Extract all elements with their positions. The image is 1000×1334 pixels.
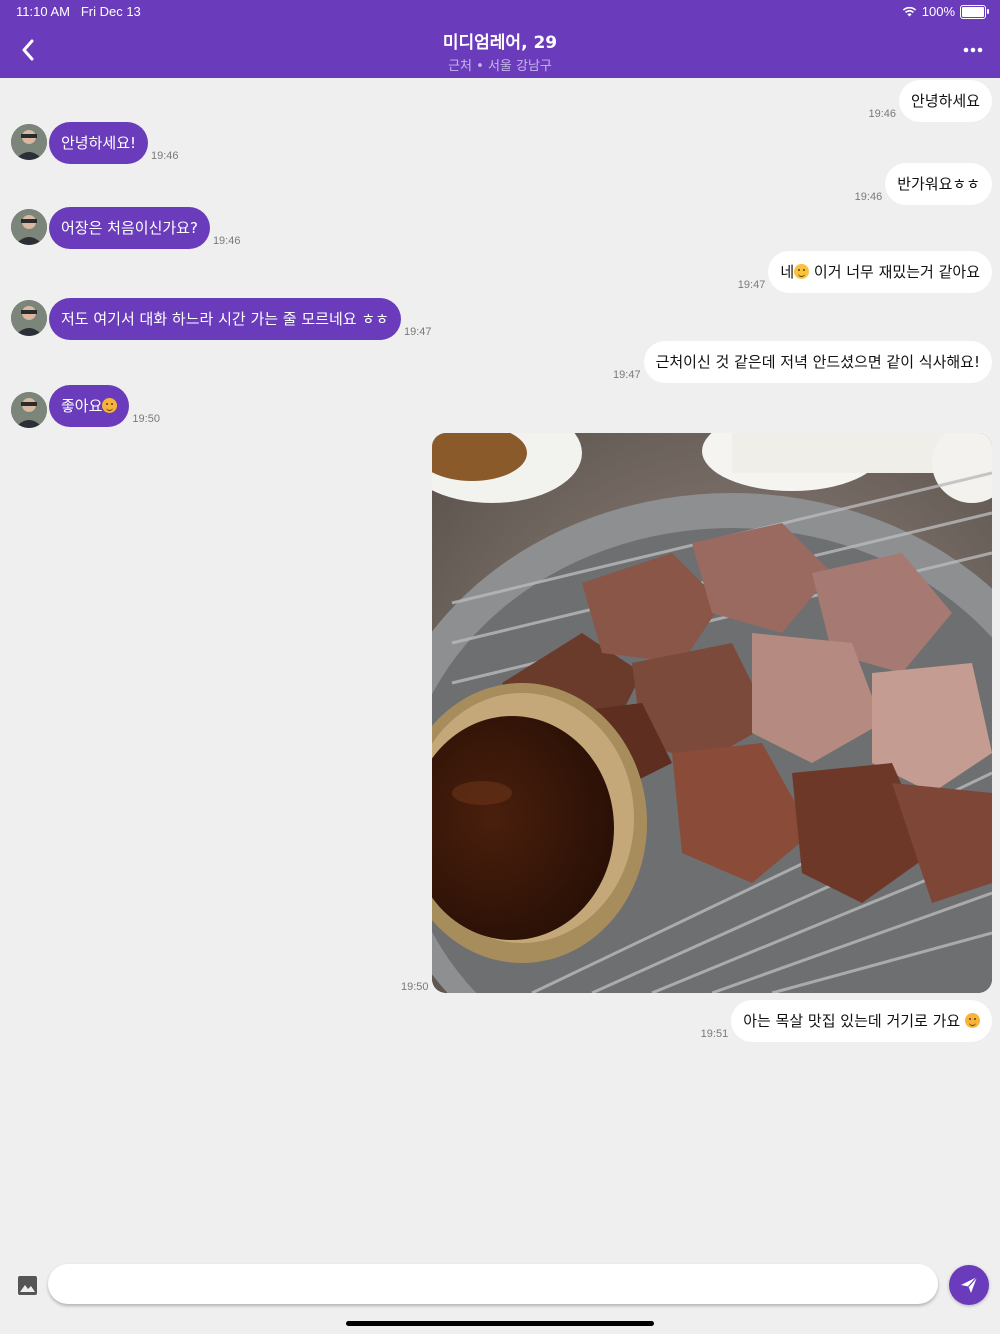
smile-emoji-icon: [794, 264, 810, 279]
message-bubble[interactable]: 아는 목살 맛집 있는데 거기로 가요: [731, 1000, 992, 1042]
image-icon: [18, 1276, 37, 1295]
header: 11:10 AM Fri Dec 13 100% 미디엄레어, 29 근처 • …: [0, 0, 1000, 78]
message-text: 이거 너무 재밌는거 같아요: [809, 263, 980, 281]
message-bubble[interactable]: 네 이거 너무 재밌는거 같아요: [768, 251, 992, 293]
status-time: 11:10 AM: [16, 4, 70, 19]
status-bar-right: 100%: [902, 4, 989, 19]
message-time: 19:46: [868, 108, 896, 120]
message-bubble[interactable]: 반가워요ㅎㅎ: [885, 163, 992, 205]
message-outgoing: 19:47 네 이거 너무 재밌는거 같아요: [735, 251, 992, 293]
message-incoming: 좋아요 19:50: [49, 385, 163, 427]
grin-emoji-icon: [102, 398, 118, 413]
message-time: 19:47: [403, 326, 432, 338]
attach-image-button[interactable]: [17, 1275, 38, 1296]
message-time: 19:47: [613, 369, 641, 381]
chat-title: 미디엄레어, 29: [442, 33, 558, 53]
send-button[interactable]: [949, 1265, 989, 1305]
message-outgoing: 19:47 근처이신 것 같은데 저녁 안드셨으면 같이 식사해요!: [610, 341, 992, 383]
food-photo-image: [432, 433, 992, 993]
message-time: 19:50: [132, 413, 160, 425]
battery-icon: [960, 4, 989, 19]
message-bubble[interactable]: 저도 여기서 대화 하느라 시간 가는 줄 모르네요 ㅎㅎ: [49, 298, 401, 340]
message-text-start: 네: [780, 263, 795, 281]
smiling-face-with-hearts-icon: [965, 1013, 980, 1028]
message-incoming: 안녕하세요! 19:46: [49, 122, 182, 164]
message-outgoing: 19:46 반가워요ㅎㅎ: [852, 163, 992, 205]
message-bubble[interactable]: 근처이신 것 같은데 저녁 안드셨으면 같이 식사해요!: [643, 341, 992, 383]
wifi-icon: [902, 6, 916, 17]
message-text: 좋아요: [61, 397, 103, 415]
message-time: 19:51: [700, 1028, 729, 1040]
message-time: 19:46: [854, 191, 883, 203]
avatar[interactable]: [11, 124, 47, 160]
status-bar-left: 11:10 AM Fri Dec 13: [16, 4, 141, 19]
status-date: Fri Dec 13: [80, 4, 141, 19]
message-time: 19:46: [212, 235, 241, 247]
message-bubble[interactable]: 안녕하세요: [898, 80, 992, 122]
message-time: 19:50: [401, 981, 429, 993]
home-indicator: [346, 1321, 654, 1326]
chat-subtitle: 근처 • 서울 강남구: [448, 59, 552, 74]
send-icon: [961, 1276, 978, 1293]
more-button[interactable]: [960, 40, 986, 60]
message-photo[interactable]: [432, 433, 992, 993]
message-bubble[interactable]: 좋아요: [49, 385, 130, 427]
message-bubble[interactable]: 안녕하세요!: [49, 122, 149, 164]
message-incoming: 어장은 처음이신가요? 19:46: [49, 207, 243, 249]
battery-percent: 100%: [921, 4, 955, 19]
message-outgoing: 19:51 아는 목살 맛집 있는데 거기로 가요: [698, 1000, 992, 1042]
message-bubble[interactable]: 어장은 처음이신가요?: [49, 207, 210, 249]
avatar[interactable]: [11, 300, 47, 336]
message-outgoing: 19:46 안녕하세요: [865, 80, 992, 122]
more-icon: [963, 47, 983, 53]
avatar[interactable]: [11, 209, 47, 245]
message-time: 19:46: [151, 150, 179, 162]
message-text: 아는 목살 맛집 있는데 거기로 가요: [743, 1012, 965, 1030]
message-time: 19:47: [737, 279, 766, 291]
message-incoming: 저도 여기서 대화 하느라 시간 가는 줄 모르네요 ㅎㅎ 19:47: [49, 298, 434, 340]
message-input[interactable]: [48, 1264, 938, 1304]
avatar[interactable]: [11, 392, 47, 428]
